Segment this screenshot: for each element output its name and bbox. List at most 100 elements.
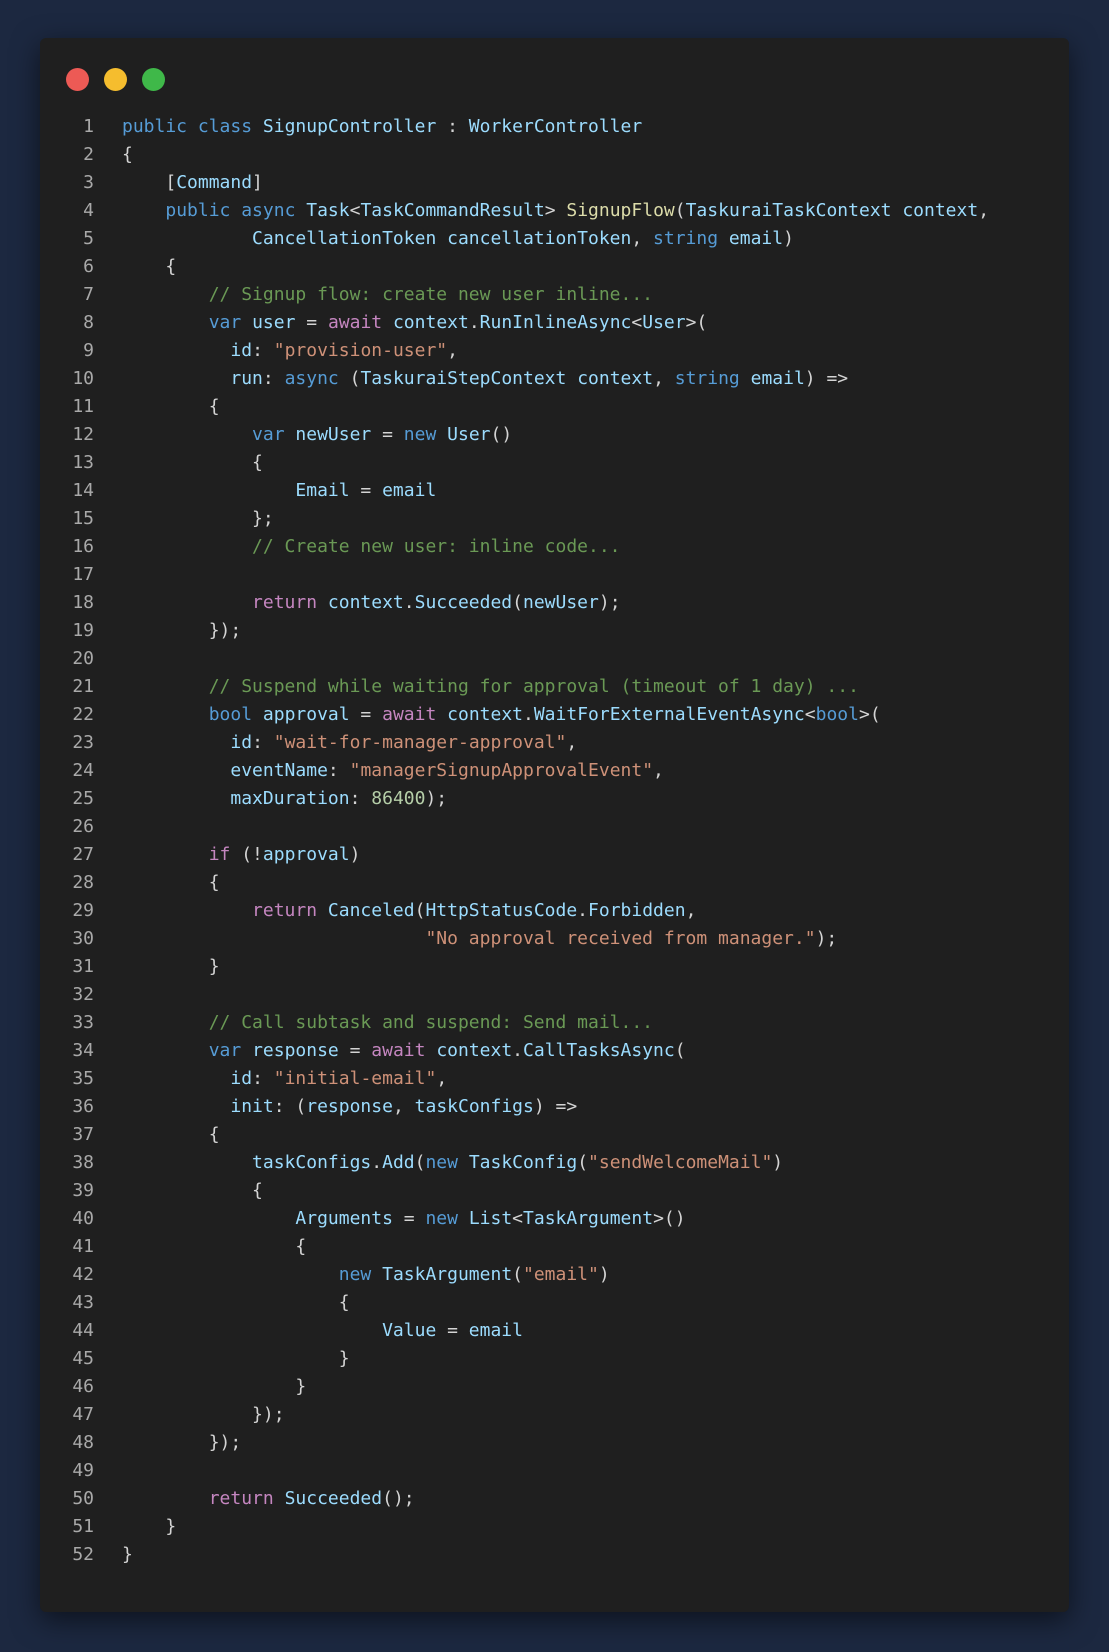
identifier-token: taskConfigs <box>414 1096 534 1117</box>
code-line: 17 <box>40 561 1069 589</box>
punctuation-token: . <box>512 1040 524 1061</box>
line-number: 9 <box>83 340 94 361</box>
line-text: { <box>122 253 176 281</box>
code-line: 25 maxDuration: 86400); <box>40 785 1069 813</box>
punctuation-token: { <box>122 1236 307 1257</box>
code-line: 40 Arguments = new List<TaskArgument>() <box>40 1205 1069 1233</box>
line-text: } <box>122 1513 176 1541</box>
line-number: 38 <box>72 1152 94 1173</box>
line-number: 26 <box>72 816 94 837</box>
line-text: Arguments = new List<TaskArgument>() <box>122 1205 685 1233</box>
line-text: } <box>122 1345 350 1373</box>
punctuation-token: { <box>122 144 133 165</box>
punctuation-token: { <box>122 396 220 417</box>
line-number: 13 <box>72 452 94 473</box>
line-number: 22 <box>72 704 94 725</box>
punctuation-token <box>122 1264 339 1285</box>
identifier-token: Add <box>382 1152 415 1173</box>
punctuation-token: , <box>653 760 664 781</box>
window-controls <box>66 68 165 91</box>
punctuation-token: ) <box>772 1152 784 1173</box>
line-text: // Signup flow: create new user inline..… <box>122 281 653 309</box>
identifier-token: Succeeded <box>284 1488 383 1509</box>
punctuation-token: } <box>122 1376 307 1397</box>
punctuation-token <box>122 592 252 613</box>
punctuation-token: = <box>371 424 404 445</box>
identifier-token: id <box>230 732 253 753</box>
identifier-token: Succeeded <box>414 592 513 613</box>
line-text: { <box>122 1121 220 1149</box>
keyword-token: async <box>284 368 350 389</box>
punctuation-token: , <box>566 732 578 753</box>
punctuation-token: , <box>436 1068 448 1089</box>
identifier-token: taskConfigs <box>252 1152 372 1173</box>
identifier-token: maxDuration <box>230 788 350 809</box>
code-line: 37 { <box>40 1121 1069 1149</box>
close-icon[interactable] <box>66 68 89 91</box>
line-number: 29 <box>72 900 94 921</box>
punctuation-token: ( <box>674 200 686 221</box>
punctuation-token: ( <box>414 1152 426 1173</box>
code-line: 15 }; <box>40 505 1069 533</box>
punctuation-token: ) => <box>804 368 849 389</box>
punctuation-token: ( <box>674 1040 686 1061</box>
number-token: 86400 <box>371 788 426 809</box>
identifier-token: CancellationToken cancellationToken <box>252 228 632 249</box>
line-text: { <box>122 141 133 169</box>
minimize-icon[interactable] <box>104 68 127 91</box>
code-line: 41 { <box>40 1233 1069 1261</box>
punctuation-token: , <box>978 200 990 221</box>
code-line: 13 { <box>40 449 1069 477</box>
identifier-token: approval <box>262 704 350 725</box>
code-line: 24 eventName: "managerSignupApprovalEven… <box>40 757 1069 785</box>
line-number: 14 <box>72 480 94 501</box>
line-text: maxDuration: 86400); <box>122 785 447 813</box>
line-number: 50 <box>72 1488 94 1509</box>
punctuation-token: ( <box>349 368 361 389</box>
punctuation-token: }); <box>122 1404 285 1425</box>
punctuation-token: (); <box>382 1488 415 1509</box>
punctuation-token: . <box>371 1152 383 1173</box>
punctuation-token: { <box>122 452 263 473</box>
code-line: 48 }); <box>40 1429 1069 1457</box>
identifier-token: context <box>327 592 404 613</box>
line-number: 48 <box>72 1432 94 1453</box>
punctuation-token: < <box>349 200 361 221</box>
line-text: } <box>122 953 220 981</box>
punctuation-token: , <box>653 368 675 389</box>
line-number: 19 <box>72 620 94 641</box>
punctuation-token: < <box>512 1208 524 1229</box>
code-line: 33 // Call subtask and suspend: Send mai… <box>40 1009 1069 1037</box>
line-text: new TaskArgument("email") <box>122 1261 610 1289</box>
punctuation-token: ) => <box>533 1096 578 1117</box>
identifier-token: WorkerController <box>468 116 643 137</box>
comment-token: // Suspend while waiting for approval (t… <box>208 676 859 697</box>
punctuation-token <box>122 732 230 753</box>
punctuation-token: } <box>122 1516 177 1537</box>
punctuation-token: [ <box>122 172 177 193</box>
identifier-token: id <box>230 1068 253 1089</box>
code-editor[interactable]: 1 public class SignupController : WorkerC… <box>40 113 1069 1569</box>
punctuation-token: }); <box>122 1432 242 1453</box>
code-line: 12 var newUser = new User() <box>40 421 1069 449</box>
line-text: }); <box>122 1401 285 1429</box>
identifier-token: Task <box>306 200 350 221</box>
code-line: 10 run: async (TaskuraiStepContext conte… <box>40 365 1069 393</box>
identifier-token: User <box>642 312 686 333</box>
punctuation-token: < <box>804 704 816 725</box>
line-number: 30 <box>72 928 94 949</box>
keyword-token: string <box>674 368 751 389</box>
code-line: 7 // Signup flow: create new user inline… <box>40 281 1069 309</box>
punctuation-token: = <box>295 312 328 333</box>
line-number: 40 <box>72 1208 94 1229</box>
identifier-token: email <box>750 368 805 389</box>
punctuation-token: }); <box>122 620 242 641</box>
line-number: 8 <box>83 312 94 333</box>
maximize-icon[interactable] <box>142 68 165 91</box>
line-number: 1 <box>83 116 94 137</box>
punctuation-token <box>122 1208 295 1229</box>
punctuation-token <box>122 1488 209 1509</box>
punctuation-token: : <box>262 368 285 389</box>
punctuation-token: . <box>577 900 589 921</box>
code-line: 32 <box>40 981 1069 1009</box>
